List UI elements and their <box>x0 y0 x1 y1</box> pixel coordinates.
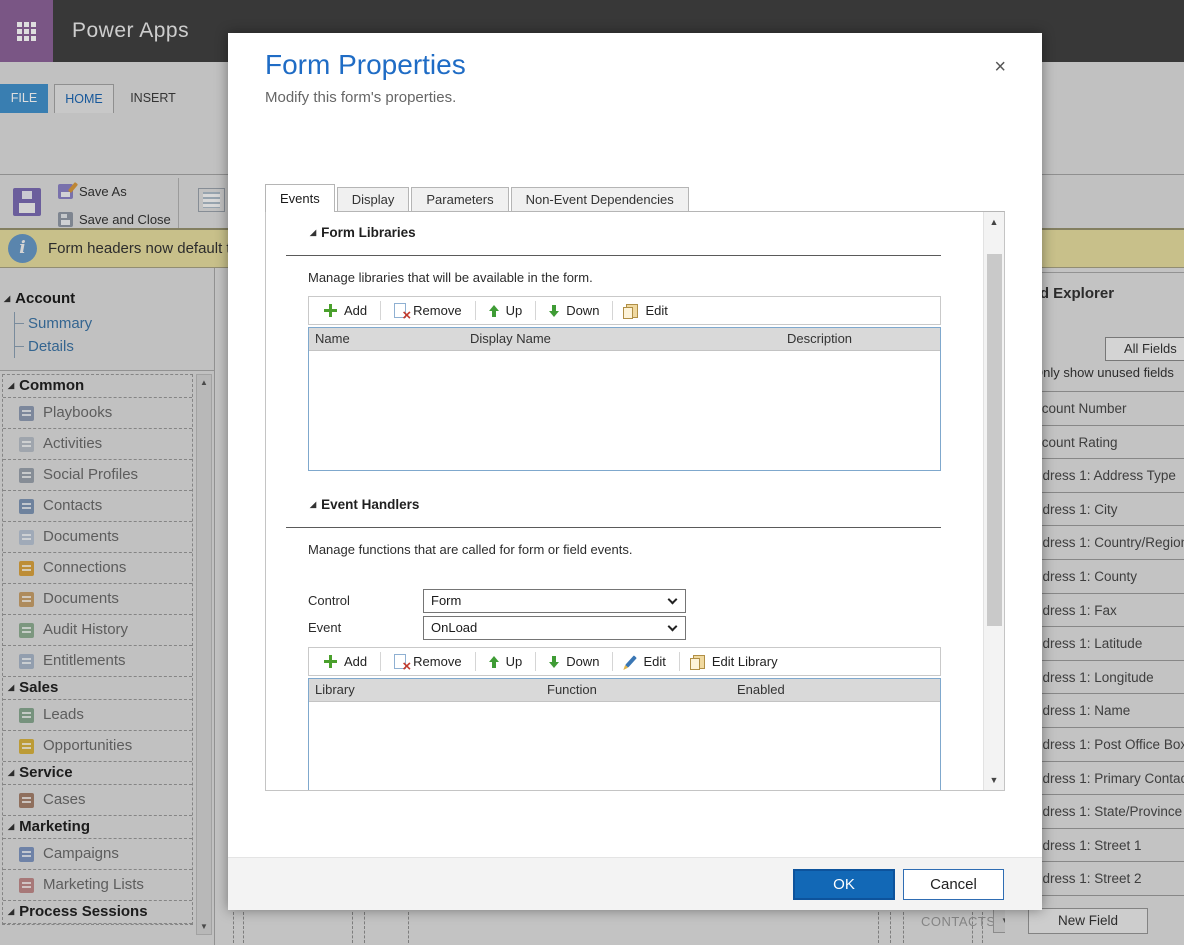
chevron-down-icon <box>668 595 678 605</box>
chevron-down-icon <box>668 622 678 632</box>
cancel-button[interactable]: Cancel <box>903 869 1004 900</box>
form-libraries-table[interactable]: Name Display Name Description <box>308 327 941 471</box>
event-handlers-description: Manage functions that are called for for… <box>308 542 632 557</box>
add-icon <box>324 304 337 317</box>
events-tab-panel: Form Libraries Manage libraries that wil… <box>265 211 1005 791</box>
down-button[interactable]: Down <box>536 297 612 324</box>
column-library: Library <box>309 679 547 701</box>
add-button[interactable]: Add <box>311 297 380 324</box>
column-description: Description <box>787 328 940 350</box>
table-header: Library Function Enabled <box>309 679 940 702</box>
column-display-name: Display Name <box>470 328 787 350</box>
section-rule <box>286 527 941 528</box>
add-button[interactable]: Add <box>311 648 380 675</box>
down-arrow-icon <box>549 656 559 668</box>
tab-non-event-dependencies[interactable]: Non-Event Dependencies <box>511 187 689 212</box>
form-libraries-heading[interactable]: Form Libraries <box>310 225 416 240</box>
dialog-scrollbar[interactable]: ▲ ▼ <box>983 212 1004 790</box>
scroll-down-icon[interactable]: ▼ <box>984 775 1004 785</box>
remove-icon <box>394 303 406 318</box>
event-label: Event <box>308 620 341 635</box>
section-rule <box>286 255 941 256</box>
scrollbar-thumb[interactable] <box>987 254 1002 626</box>
edit-icon <box>626 304 638 318</box>
dialog-subtitle: Modify this form's properties. <box>265 89 456 106</box>
dialog-tabs: Events Display Parameters Non-Event Depe… <box>265 184 691 212</box>
pencil-icon <box>626 655 638 667</box>
event-handlers-toolbar: Add Remove Up Down Edit Edit Library <box>308 647 941 676</box>
remove-button[interactable]: Remove <box>381 648 474 675</box>
tab-display[interactable]: Display <box>337 187 410 212</box>
column-name: Name <box>309 328 470 350</box>
remove-button[interactable]: Remove <box>381 297 474 324</box>
event-select[interactable]: OnLoad <box>423 616 686 640</box>
up-arrow-icon <box>489 305 499 317</box>
down-button[interactable]: Down <box>536 648 612 675</box>
add-icon <box>324 655 337 668</box>
form-libraries-toolbar: Add Remove Up Down Edit <box>308 296 941 325</box>
screen: Power Apps FILE HOME INSERT Save Save As… <box>0 0 1184 945</box>
edit-button[interactable]: Edit <box>613 297 680 324</box>
ok-button[interactable]: OK <box>793 869 895 900</box>
up-arrow-icon <box>489 656 499 668</box>
event-handlers-table[interactable]: Library Function Enabled <box>308 678 941 791</box>
form-libraries-description: Manage libraries that will be available … <box>308 270 593 285</box>
edit-button[interactable]: Edit <box>613 648 678 675</box>
tab-parameters[interactable]: Parameters <box>411 187 508 212</box>
close-icon[interactable]: × <box>994 57 1006 77</box>
form-properties-dialog: × Form Properties Modify this form's pro… <box>228 33 1042 910</box>
dialog-footer: OK Cancel <box>228 857 1042 910</box>
edit-library-icon <box>693 655 705 669</box>
tab-events[interactable]: Events <box>265 184 335 212</box>
control-select[interactable]: Form <box>423 589 686 613</box>
up-button[interactable]: Up <box>476 297 536 324</box>
edit-library-button[interactable]: Edit Library <box>680 648 791 675</box>
column-enabled: Enabled <box>737 679 940 701</box>
up-button[interactable]: Up <box>476 648 536 675</box>
remove-icon <box>394 654 406 669</box>
column-function: Function <box>547 679 737 701</box>
control-label: Control <box>308 593 350 608</box>
scroll-up-icon[interactable]: ▲ <box>984 217 1004 227</box>
table-header: Name Display Name Description <box>309 328 940 351</box>
dialog-title: Form Properties <box>265 49 466 81</box>
down-arrow-icon <box>549 305 559 317</box>
event-handlers-heading[interactable]: Event Handlers <box>310 497 419 512</box>
